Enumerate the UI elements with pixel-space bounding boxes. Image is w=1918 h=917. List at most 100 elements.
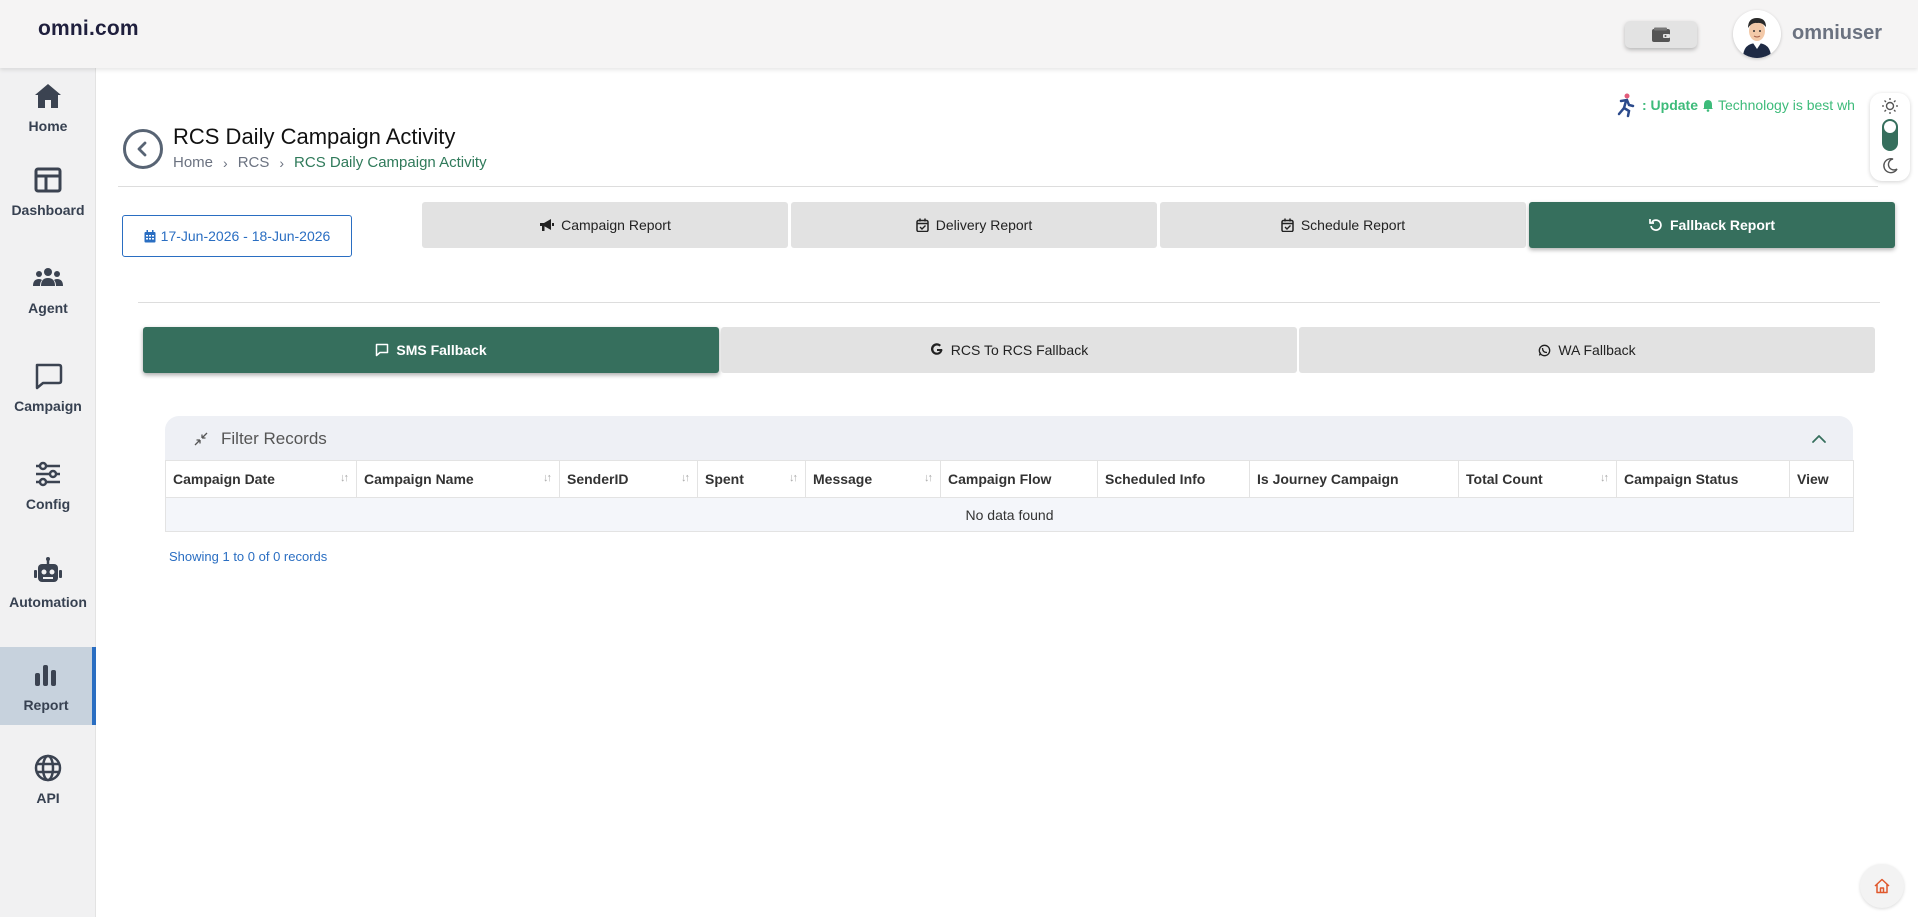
tab-schedule-report[interactable]: Schedule Report <box>1160 202 1526 248</box>
tab-campaign-report[interactable]: Campaign Report <box>422 202 788 248</box>
column-header-spent[interactable]: Spent ↓↑ <box>697 460 806 498</box>
breadcrumb-rcs[interactable]: RCS <box>238 154 270 171</box>
chat-icon <box>35 363 63 390</box>
divider <box>138 302 1880 303</box>
table-header-row: Campaign Date ↓↑ Campaign Name ↓↑ SenderID… <box>165 460 1854 498</box>
running-person-icon <box>1617 93 1635 118</box>
sidebar-item-label: Agent <box>28 300 68 316</box>
sidebar-item-automation[interactable]: Automation <box>0 544 96 622</box>
home-icon <box>35 84 61 108</box>
sort-icon: ↓↑ <box>681 472 690 484</box>
sidebar-item-label: Campaign <box>14 398 82 414</box>
sidebar-item-report[interactable]: Report <box>0 647 96 725</box>
bar-chart-icon <box>35 665 56 686</box>
tab-rcs-to-rcs-fallback[interactable]: RCS To RCS Fallback <box>721 327 1297 373</box>
tab-delivery-report[interactable]: Delivery Report <box>791 202 1157 248</box>
message-icon <box>376 343 389 357</box>
refresh-icon <box>1649 219 1662 231</box>
tab-fallback-report[interactable]: Fallback Report <box>1529 202 1895 248</box>
tab-label: Schedule Report <box>1300 217 1406 233</box>
back-button[interactable] <box>123 129 163 169</box>
calendar-icon <box>144 229 156 242</box>
sidebar-item-campaign[interactable]: Campaign <box>0 348 96 426</box>
subtab-label: WA Fallback <box>1558 342 1636 358</box>
floating-home-button[interactable] <box>1860 864 1904 908</box>
users-icon <box>33 268 63 286</box>
tab-label: Fallback Report <box>1669 217 1776 233</box>
column-header-scheduled-info: Scheduled Info <box>1097 460 1250 498</box>
sidebar-item-label: Config <box>25 496 71 512</box>
bell-icon <box>1703 99 1713 112</box>
home-outline-icon <box>1874 878 1890 894</box>
bullhorn-icon <box>540 219 555 231</box>
column-header-is-journey-campaign: Is Journey Campaign <box>1249 460 1459 498</box>
table-row: No data found <box>165 497 1854 532</box>
column-header-campaign-name[interactable]: Campaign Name ↓↑ <box>356 460 560 498</box>
breadcrumb-current: RCS Daily Campaign Activity <box>294 154 487 171</box>
column-header-total-count[interactable]: Total Count ↓↑ <box>1458 460 1617 498</box>
page-title: RCS Daily Campaign Activity <box>173 124 456 149</box>
sort-icon: ↓↑ <box>1600 472 1609 484</box>
collapse-arrows-icon[interactable] <box>193 431 209 447</box>
sidebar: Home Dashboard Agent Campaign Config Aut… <box>0 68 96 917</box>
sidebar-item-home[interactable]: Home <box>0 68 96 146</box>
sidebar-item-dashboard[interactable]: Dashboard <box>0 152 96 230</box>
username[interactable]: omniuser <box>1792 22 1882 45</box>
sidebar-item-label: API <box>36 790 60 806</box>
divider <box>118 186 1878 187</box>
sidebar-item-label: Automation <box>9 594 87 610</box>
date-range-value: 17-Jun-2026 - 18-Jun-2026 <box>160 228 331 244</box>
sliders-icon <box>36 461 60 487</box>
sidebar-item-api[interactable]: API <box>0 740 96 818</box>
breadcrumb-home[interactable]: Home <box>173 154 213 171</box>
records-table: Campaign Date ↓↑ Campaign Name ↓↑ SenderID… <box>165 460 1854 532</box>
user-avatar-icon <box>1733 10 1781 58</box>
google-icon <box>930 343 943 355</box>
tab-wa-fallback[interactable]: WA Fallback <box>1299 327 1875 373</box>
column-header-sender-id[interactable]: SenderID ↓↑ <box>559 460 698 498</box>
subtab-label: SMS Fallback <box>396 342 487 358</box>
update-ticker: : Update Technology is best wh <box>1612 90 1892 120</box>
filter-records-panel[interactable]: Filter Records <box>165 416 1853 461</box>
chevron-left-icon <box>137 141 147 157</box>
dashboard-icon <box>34 167 62 193</box>
avatar[interactable] <box>1733 10 1781 58</box>
tab-label: Campaign Report <box>561 217 671 233</box>
calendar-check-icon <box>1281 218 1294 232</box>
date-range-button[interactable]: 17-Jun-2026 - 18-Jun-2026 <box>122 215 352 257</box>
tab-label: Delivery Report <box>935 217 1033 233</box>
chevron-right-icon: › <box>279 154 285 171</box>
sort-icon: ↓↑ <box>340 472 349 484</box>
ticker-prefix: : Update <box>1642 97 1698 113</box>
top-bar: omni.com omniuser <box>0 0 1918 68</box>
wallet-button[interactable] <box>1625 21 1697 48</box>
tab-sms-fallback[interactable]: SMS Fallback <box>143 327 719 373</box>
column-header-view: View <box>1789 460 1854 498</box>
records-count: Showing 1 to 0 of 0 records <box>169 549 328 564</box>
sidebar-item-label: Home <box>28 118 68 134</box>
column-header-campaign-status: Campaign Status <box>1616 460 1790 498</box>
chevron-up-icon[interactable] <box>1811 433 1827 445</box>
sidebar-item-config[interactable]: Config <box>0 446 96 524</box>
theme-toggle[interactable] <box>1870 93 1910 181</box>
filter-title: Filter Records <box>221 428 327 448</box>
column-header-message[interactable]: Message ↓↑ <box>805 460 941 498</box>
breadcrumb: Home › RCS › RCS Daily Campaign Activity <box>173 154 487 171</box>
column-header-campaign-flow: Campaign Flow <box>940 460 1098 498</box>
calendar-check-icon <box>916 218 929 232</box>
sort-icon: ↓↑ <box>924 472 933 484</box>
logo[interactable]: omni.com <box>38 17 139 41</box>
sun-icon <box>1882 98 1898 174</box>
sidebar-item-label: Dashboard <box>11 202 85 218</box>
whatsapp-icon <box>1539 344 1551 356</box>
column-header-campaign-date[interactable]: Campaign Date ↓↑ <box>165 460 357 498</box>
sort-icon: ↓↑ <box>543 472 552 484</box>
empty-table-message: No data found <box>165 497 1854 532</box>
chevron-right-icon: › <box>223 154 228 171</box>
sort-icon: ↓↑ <box>789 472 798 484</box>
sidebar-item-label: Report <box>23 697 69 713</box>
wallet-icon <box>1652 27 1670 42</box>
ticker-text: Technology is best wh <box>1718 97 1855 113</box>
sidebar-item-agent[interactable]: Agent <box>0 250 96 328</box>
robot-icon <box>34 557 62 582</box>
